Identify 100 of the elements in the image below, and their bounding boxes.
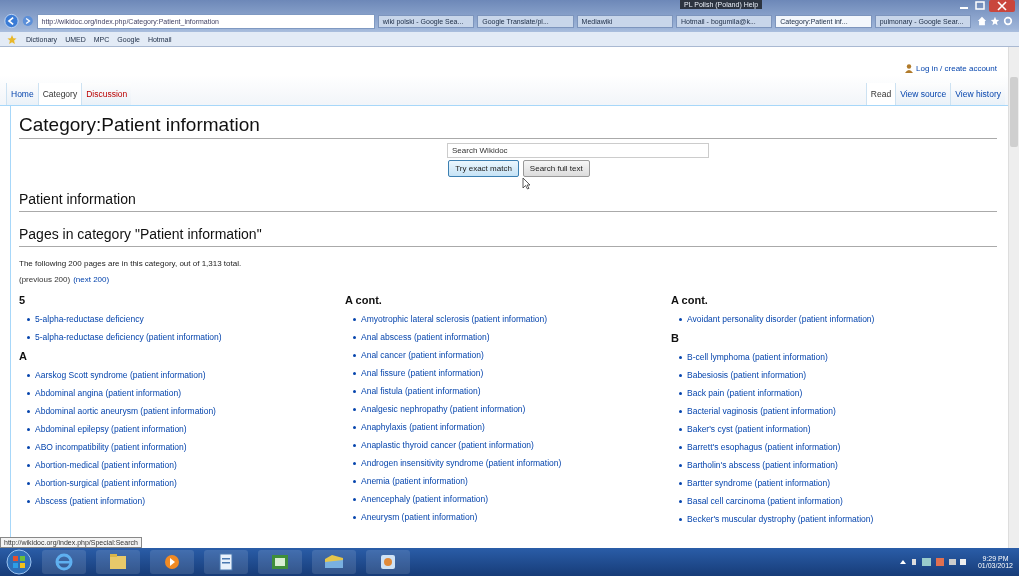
page-link[interactable]: Anemia (patient information) <box>361 476 468 486</box>
bullet-icon <box>679 373 682 377</box>
page-link[interactable]: Amyotrophic lateral sclerosis (patient information) <box>361 314 548 324</box>
media-player-icon <box>163 553 181 571</box>
page-tab[interactable]: Read <box>865 83 896 105</box>
spreadsheet-icon <box>271 553 289 571</box>
bullet-icon <box>679 499 682 503</box>
page-tab[interactable]: View source <box>895 83 951 105</box>
page-link[interactable]: Abdominal angina (patient information) <box>35 388 181 398</box>
letter-heading: B <box>671 332 680 346</box>
browser-icon <box>54 552 74 572</box>
page-link[interactable]: Bartholin's abscess (patient information) <box>687 460 838 470</box>
search-button[interactable]: Try exact match <box>448 160 519 177</box>
next-link[interactable]: (next 200) <box>73 275 110 284</box>
search-field[interactable]: Search Wikidoc <box>447 143 709 158</box>
page-link[interactable]: Anaplastic thyroid cancer (patient information) <box>361 440 534 450</box>
back-icon[interactable] <box>4 12 19 30</box>
bullet-icon <box>353 443 356 447</box>
bullet-icon <box>353 353 356 357</box>
user-icon <box>905 63 914 73</box>
page-title: Category:Patient information <box>19 114 997 139</box>
page-link[interactable]: Abdominal epilepsy (patient information) <box>35 424 187 434</box>
taskbar-button[interactable] <box>312 550 356 574</box>
scroll-thumb[interactable] <box>1010 77 1018 147</box>
page-link[interactable]: Abortion-medical (patient information) <box>35 460 177 470</box>
bullet-icon <box>679 391 682 395</box>
search-button[interactable]: Search full text <box>522 160 590 177</box>
scrollbar[interactable] <box>1008 47 1019 548</box>
page-link[interactable]: Bartter syndrome (patient information) <box>687 478 831 488</box>
page-link[interactable]: Baker's cyst (patient information) <box>687 424 811 434</box>
favorites-star-icon[interactable] <box>6 33 18 45</box>
page-link[interactable]: Back pain (patient information) <box>687 388 803 398</box>
bullet-icon <box>353 389 356 393</box>
bullet-icon <box>353 425 356 429</box>
bullet-icon <box>27 427 30 431</box>
folder-icon <box>323 553 345 571</box>
forward-icon[interactable] <box>21 14 34 28</box>
bullet-icon <box>27 335 30 339</box>
bullet-icon <box>27 463 30 467</box>
taskbar-button[interactable] <box>258 550 302 574</box>
mouse-pointer-icon <box>522 177 531 190</box>
page-link[interactable]: Becker's muscular dystrophy (patient information) <box>687 514 874 524</box>
taskbar-button[interactable] <box>150 550 194 574</box>
page-link[interactable]: B-cell lymphoma (patient information) <box>687 352 828 362</box>
page-link[interactable]: Anal fistula (patient information) <box>361 386 481 396</box>
page-link[interactable]: Androgen insensitivity syndrome (patient information) <box>361 458 562 468</box>
page-link[interactable]: Abdominal aortic aneurysm (patient information) <box>35 406 216 416</box>
page-link[interactable]: 5-alpha-reductase deficiency <box>35 314 144 324</box>
previous-text: (previous 200) <box>19 275 71 284</box>
taskbar-button[interactable] <box>96 550 140 574</box>
bullet-icon <box>679 481 682 485</box>
page-link[interactable]: Anal abscess (patient information) <box>361 332 490 342</box>
summary-text: The following 200 pages are in this category, out of 1,313 total. <box>19 259 243 268</box>
page-tab[interactable]: Discussion <box>81 83 132 105</box>
page-link[interactable]: ABO incompatibility (patient information) <box>35 442 187 452</box>
start-button-icon[interactable] <box>6 549 32 575</box>
taskbar-button[interactable] <box>204 550 248 574</box>
bullet-icon <box>679 317 682 321</box>
maximize-icon[interactable] <box>973 1 987 11</box>
tray-icons-drawing[interactable] <box>897 556 968 568</box>
page-tab[interactable]: View history <box>950 83 1005 105</box>
bullet-icon <box>27 317 30 321</box>
section-heading: Pages in category "Patient information" <box>19 226 997 247</box>
bullet-icon <box>679 517 682 521</box>
page-link[interactable]: Abscess (patient information) <box>35 496 146 506</box>
page-link[interactable]: Abortion-surgical (patient information) <box>35 478 177 488</box>
bullet-icon <box>353 461 356 465</box>
bullet-icon <box>27 499 30 503</box>
bullet-icon <box>353 335 356 339</box>
page-link[interactable]: Anencephaly (patient information) <box>361 494 489 504</box>
bullet-icon <box>353 497 356 501</box>
bullet-icon <box>353 317 356 321</box>
page-link[interactable]: Anal cancer (patient information) <box>361 350 484 360</box>
document-icon <box>218 553 234 571</box>
login-link[interactable]: Log in / create account <box>916 63 997 73</box>
page-tab[interactable]: Home <box>6 83 38 105</box>
bullet-icon <box>27 391 30 395</box>
close-icon[interactable] <box>989 0 1015 12</box>
page-link[interactable]: 5-alpha-reductase deficiency (patient information) <box>35 332 222 342</box>
folder-icon <box>108 553 128 571</box>
bullet-icon <box>353 479 356 483</box>
page-link[interactable]: Anaphylaxis (patient information) <box>361 422 485 432</box>
page-link[interactable]: Barrett's esophagus (patient information) <box>687 442 841 452</box>
page-link[interactable]: Bacterial vaginosis (patient information) <box>687 406 836 416</box>
home-icon[interactable] <box>977 15 988 27</box>
bullet-icon <box>679 409 682 413</box>
page-link[interactable]: Anal fissure (patient information) <box>361 368 484 378</box>
bullet-icon <box>27 481 30 485</box>
taskbar-button[interactable] <box>42 550 86 574</box>
star-icon[interactable] <box>990 15 1000 27</box>
page-link[interactable]: Avoidant personality disorder (patient information) <box>687 314 875 324</box>
taskbar-button[interactable] <box>366 550 410 574</box>
page-link[interactable]: Aarskog Scott syndrome (patient information) <box>35 370 206 380</box>
page-link[interactable]: Babesiosis (patient information) <box>687 370 807 380</box>
bullet-icon <box>27 445 30 449</box>
page-link[interactable]: Basal cell carcinoma (patient information) <box>687 496 843 506</box>
page-tab[interactable]: Category <box>37 83 82 105</box>
letter-heading: A cont. <box>345 294 383 308</box>
page-link[interactable]: Analgesic nephropathy (patient information) <box>361 404 526 414</box>
page-link[interactable]: Aneurysm (patient information) <box>361 512 478 522</box>
